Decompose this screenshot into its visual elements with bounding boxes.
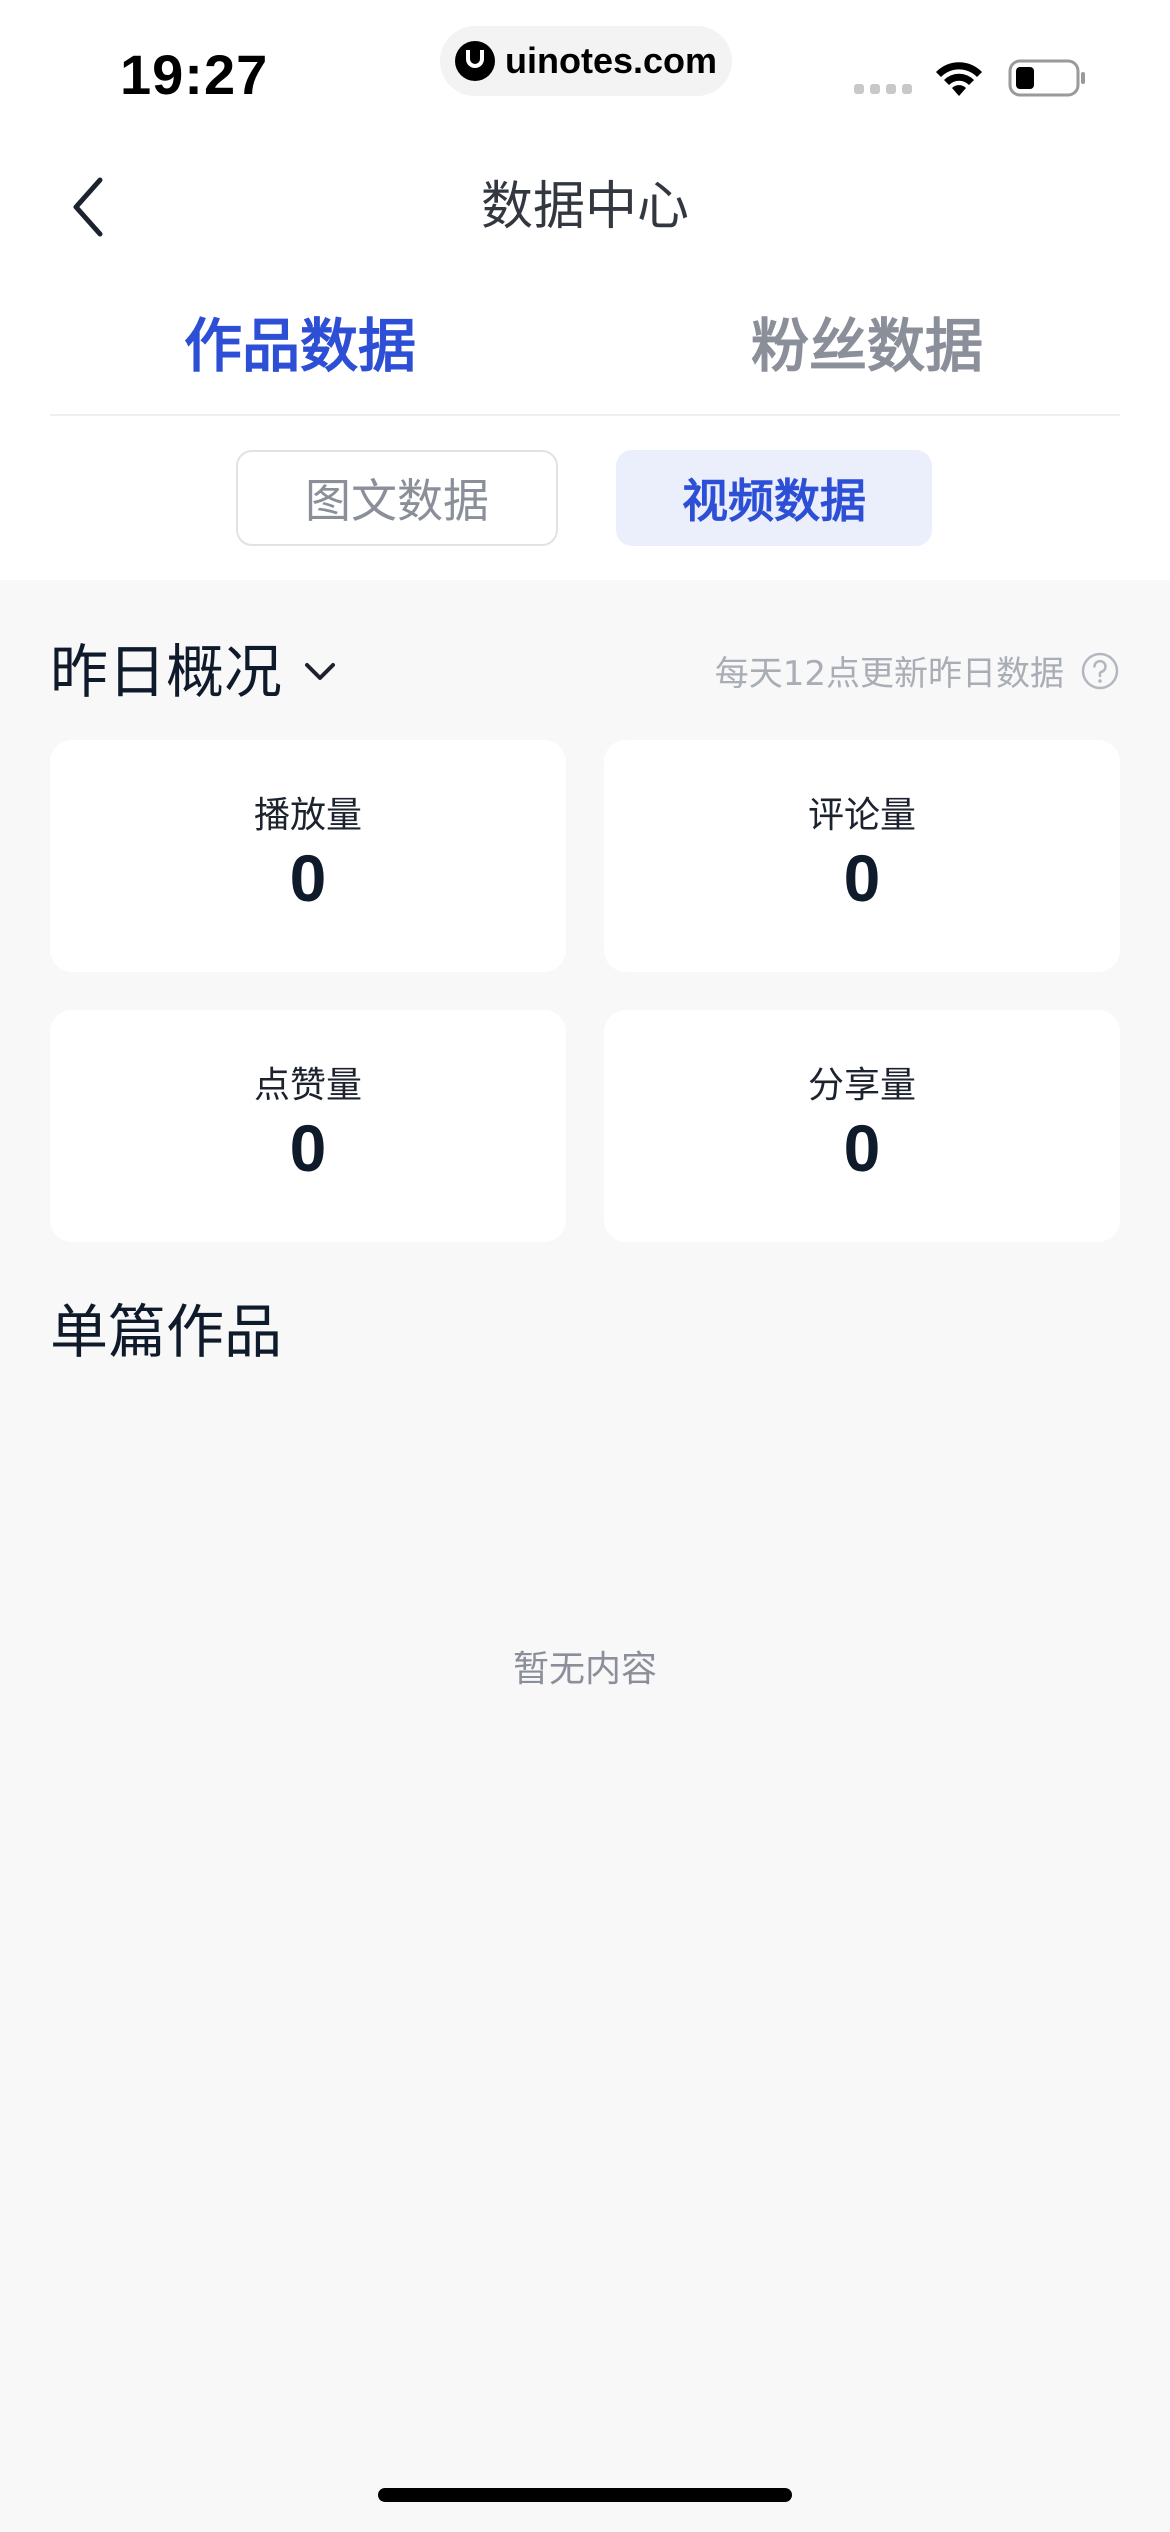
url-pill[interactable]: uinotes.com (440, 26, 732, 96)
stat-value: 0 (843, 841, 881, 915)
chevron-left-icon (73, 177, 103, 237)
wifi-icon (936, 62, 982, 96)
stat-label: 播放量 (253, 795, 362, 836)
home-indicator[interactable] (378, 2488, 792, 2502)
stat-label: 评论量 (807, 795, 916, 836)
status-time: 19:27 (120, 43, 269, 106)
stat-value: 0 (289, 841, 327, 915)
help-icon[interactable] (1080, 651, 1120, 691)
site-logo-icon (454, 41, 495, 81)
update-note: 每天12点更新昨日数据 (715, 646, 1120, 695)
url-text: uinotes.com (504, 40, 718, 81)
stat-label: 点赞量 (253, 1065, 362, 1106)
stat-card-comments: 评论量 0 (604, 740, 1120, 972)
empty-state-text: 暂无内容 (512, 1649, 657, 1690)
update-note-text: 每天12点更新昨日数据 (714, 654, 1064, 694)
stat-card-shares: 分享量 0 (604, 1010, 1120, 1242)
page-title: 数据中心 (480, 177, 689, 237)
stat-value: 0 (843, 1111, 881, 1185)
single-works-title: 单篇作品 (50, 1298, 283, 1366)
stat-label: 分享量 (807, 1065, 916, 1106)
battery-icon (1008, 59, 1085, 97)
cellular-signal-icon (854, 84, 912, 94)
stat-value: 0 (289, 1111, 327, 1185)
subtab-image-text-data[interactable]: 图文数据 (236, 450, 558, 546)
tab-divider (50, 414, 1120, 416)
tab-fans-data[interactable]: 粉丝数据 (667, 306, 1067, 386)
stat-card-plays: 播放量 0 (50, 740, 566, 972)
chevron-down-icon (305, 663, 336, 680)
overview-dropdown[interactable]: 昨日概况 (50, 632, 336, 712)
stat-card-likes: 点赞量 0 (50, 1010, 566, 1242)
back-button[interactable] (60, 172, 116, 242)
tab-works-data[interactable]: 作品数据 (100, 306, 500, 386)
overview-title: 昨日概况 (50, 638, 283, 706)
subtab-video-data[interactable]: 视频数据 (616, 450, 932, 546)
